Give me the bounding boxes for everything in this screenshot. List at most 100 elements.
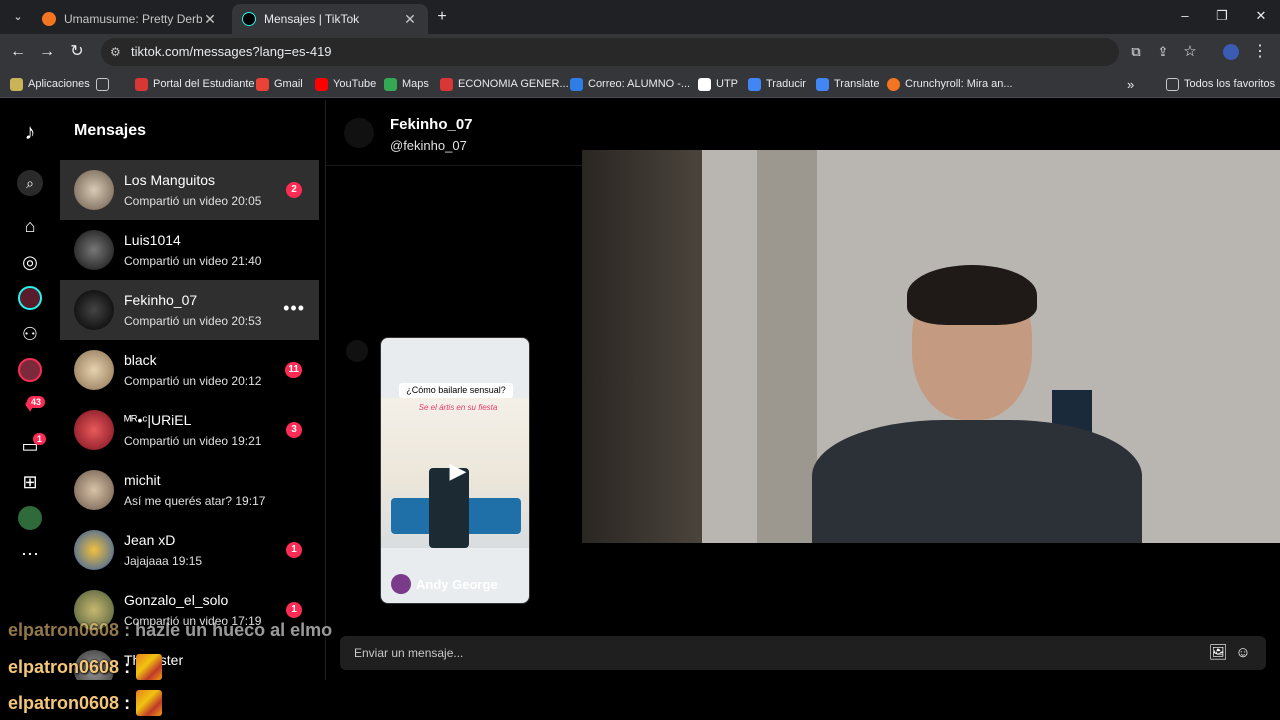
play-icon[interactable]: ▶ bbox=[445, 458, 471, 484]
profile-avatar[interactable] bbox=[18, 506, 42, 530]
shelf-shape bbox=[582, 150, 702, 543]
conversation-name: Fekinho_07 bbox=[124, 292, 198, 308]
bookmark-maps[interactable]: Maps bbox=[384, 76, 429, 92]
home-icon[interactable]: ⌂ bbox=[18, 214, 42, 238]
conversation-name: michit bbox=[124, 472, 161, 488]
bookmark-label: Gmail bbox=[274, 78, 303, 90]
search-icon[interactable]: ⌕ bbox=[17, 170, 43, 196]
chat-username[interactable]: Fekinho_07 bbox=[390, 116, 473, 133]
close-window-icon[interactable]: ✕ bbox=[1251, 8, 1271, 26]
conversation-preview: Compartió un video 19:21 bbox=[124, 434, 262, 448]
bookmark-economia[interactable]: ECONOMIA GENER... bbox=[440, 76, 569, 92]
translate-icon[interactable]: ⧉ bbox=[1126, 42, 1146, 62]
bookmark-label: Maps bbox=[402, 78, 429, 90]
gmail-icon bbox=[256, 77, 269, 91]
friends-icon[interactable]: ⚇ bbox=[18, 322, 42, 346]
address-bar[interactable]: ⚙ tiktok.com/messages?lang=es-419 bbox=[101, 38, 1119, 66]
new-tab-icon[interactable]: + bbox=[432, 7, 452, 27]
maps-pin-icon bbox=[384, 77, 397, 91]
messages-title: Mensajes bbox=[74, 122, 147, 139]
unread-badge: 1 bbox=[286, 542, 302, 558]
bookmark-portal-estudiante[interactable]: Portal del Estudiante bbox=[135, 76, 255, 92]
image-upload-icon[interactable]: 🖼 bbox=[1208, 643, 1228, 663]
grid-icon bbox=[96, 77, 109, 91]
chat-avatar[interactable] bbox=[344, 118, 374, 148]
bookmark-crunchyroll[interactable]: Crunchyroll: Mira an... bbox=[887, 76, 1013, 92]
bookmark-label: Correo: ALUMNO -... bbox=[588, 78, 691, 90]
conversation-list-panel: Mensajes Los Manguitos Compartió un vide… bbox=[60, 100, 326, 680]
bookmark-star-icon[interactable]: ☆ bbox=[1180, 42, 1200, 62]
live-avatar[interactable] bbox=[18, 358, 42, 382]
conversation-name: black bbox=[124, 352, 157, 368]
sender-avatar[interactable] bbox=[346, 340, 368, 362]
close-tab-icon[interactable]: ✕ bbox=[402, 11, 418, 28]
message-input[interactable] bbox=[354, 644, 734, 662]
tiktok-logo-icon[interactable]: ♪ bbox=[18, 119, 42, 144]
avatar bbox=[74, 410, 114, 450]
unread-badge: 11 bbox=[285, 362, 302, 378]
conversation-item-fekinho07[interactable]: Fekinho_07 Compartió un video 20:53 ••• bbox=[60, 280, 319, 340]
url-text: tiktok.com/messages?lang=es-419 bbox=[131, 44, 332, 59]
reload-icon[interactable]: ↻ bbox=[67, 42, 87, 62]
more-bookmarks-icon[interactable]: » bbox=[1127, 76, 1134, 92]
install-app-icon[interactable]: ⇪ bbox=[1153, 42, 1173, 62]
video-subcaption: Se el ártis en su fiesta bbox=[418, 403, 498, 412]
bookmark-traducir[interactable]: Traducir bbox=[748, 76, 806, 92]
bookmark-youtube[interactable]: YouTube bbox=[315, 76, 376, 92]
tab-search-chevron-icon[interactable]: ⌄ bbox=[8, 7, 28, 27]
conversation-item-uriel[interactable]: ᴹᴿ•ᶜ|URiEL Compartió un video 19:21 3 bbox=[60, 400, 319, 460]
avatar bbox=[74, 350, 114, 390]
video-author: Andy George bbox=[391, 574, 498, 594]
tab-umamusume[interactable]: Umamusume: Pretty Derby en ✕ bbox=[32, 4, 228, 34]
stream-chat-line: elpatron0608 : bbox=[8, 654, 163, 680]
profile-avatar[interactable] bbox=[1221, 42, 1241, 62]
conversation-item-los-manguitos[interactable]: Los Manguitos Compartió un video 20:05 2 bbox=[60, 160, 319, 220]
forward-icon[interactable]: → bbox=[37, 42, 57, 62]
conversation-item-jean-xd[interactable]: Jean xD Jajajaaa 19:15 1 bbox=[60, 520, 319, 580]
avatar bbox=[74, 170, 114, 210]
browser-tab-strip: ⌄ Umamusume: Pretty Derby en ✕ Mensajes … bbox=[0, 0, 1280, 34]
site-info-icon[interactable]: ⚙ bbox=[110, 38, 121, 66]
bookmark-label: UTP bbox=[716, 78, 738, 90]
bookmark-translate[interactable]: Translate bbox=[816, 76, 879, 92]
utp-icon bbox=[440, 77, 453, 91]
browser-toolbar: ← → ↻ ⚙ tiktok.com/messages?lang=es-419 … bbox=[0, 34, 1280, 70]
following-avatar[interactable] bbox=[18, 286, 42, 310]
bookmark-correo[interactable]: Correo: ALUMNO -... bbox=[570, 76, 690, 92]
chat-username: elpatron0608 bbox=[8, 692, 120, 713]
message-composer: 🖼 ☺ bbox=[340, 636, 1266, 670]
bookmark-utp[interactable]: UTP bbox=[698, 76, 738, 92]
bookmark-apps[interactable]: Aplicaciones bbox=[10, 76, 90, 92]
tab-title: Umamusume: Pretty Derby en bbox=[64, 12, 202, 26]
conversation-more-icon[interactable]: ••• bbox=[283, 298, 305, 319]
more-dots-icon[interactable]: ⋯ bbox=[18, 542, 42, 566]
conversation-item-luis1014[interactable]: Luis1014 Compartió un video 21:40 bbox=[60, 220, 319, 280]
chat-username: elpatron0608 bbox=[8, 620, 120, 640]
crunchyroll-icon bbox=[887, 77, 900, 91]
conversation-item-michit[interactable]: michit Así me querés atar? 19:17 bbox=[60, 460, 319, 520]
tiktok-icon bbox=[242, 12, 256, 26]
bookmark-grid[interactable] bbox=[96, 76, 114, 92]
upload-plus-icon[interactable]: ⊞ bbox=[18, 470, 42, 494]
conversation-preview: Compartió un video 20:05 bbox=[124, 194, 262, 208]
chat-text: : bbox=[124, 656, 131, 677]
all-bookmarks-folder[interactable]: Todos los favoritos bbox=[1166, 76, 1275, 92]
conversation-name: Luis1014 bbox=[124, 232, 181, 248]
menu-kebab-icon[interactable]: ⋮ bbox=[1250, 42, 1270, 62]
bookmark-label: YouTube bbox=[333, 78, 377, 90]
tab-tiktok-messages[interactable]: Mensajes | TikTok ✕ bbox=[232, 4, 428, 34]
restore-icon[interactable]: ❐ bbox=[1212, 8, 1232, 26]
bookmark-label: Traducir bbox=[766, 78, 806, 90]
minimize-icon[interactable]: – bbox=[1175, 8, 1195, 26]
conversation-item-black[interactable]: black Compartió un video 20:12 11 bbox=[60, 340, 319, 400]
back-icon[interactable]: ← bbox=[8, 42, 28, 62]
shared-video-card[interactable]: ¿Cómo bailarle sensual? Se el ártis en s… bbox=[380, 337, 530, 604]
bookmark-gmail[interactable]: Gmail bbox=[256, 76, 303, 92]
close-tab-icon[interactable]: ✕ bbox=[202, 11, 218, 28]
activity-count-badge: 43 bbox=[27, 396, 46, 408]
explore-compass-icon[interactable]: ◎ bbox=[18, 250, 42, 274]
emoji-icon[interactable]: ☺ bbox=[1233, 643, 1253, 663]
tab-title: Mensajes | TikTok bbox=[264, 12, 360, 26]
stream-chat-line: elpatron0608 : bbox=[8, 690, 163, 716]
bookmarks-bar: Aplicaciones Portal del Estudiante Gmail… bbox=[0, 70, 1280, 98]
